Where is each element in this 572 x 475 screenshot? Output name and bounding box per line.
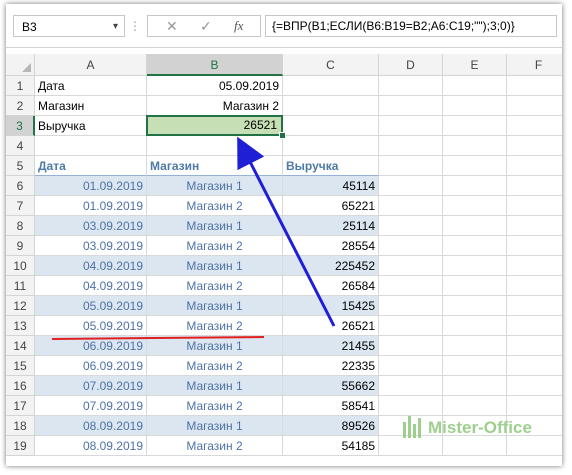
watermark-text: Mister-Office [428, 418, 532, 437]
pointer-arrow [237, 136, 336, 327]
logo-bars-icon [403, 416, 421, 438]
excel-window: B3 ▾ ⋮ ✕ ✓ fx {=ВПР(B1;ЕСЛИ(B6:B19=B2;A6… [6, 4, 562, 466]
mister-office-logo: Mister-Office [402, 414, 532, 442]
highlight-underline [51, 336, 265, 340]
annotation-layer [51, 136, 336, 340]
